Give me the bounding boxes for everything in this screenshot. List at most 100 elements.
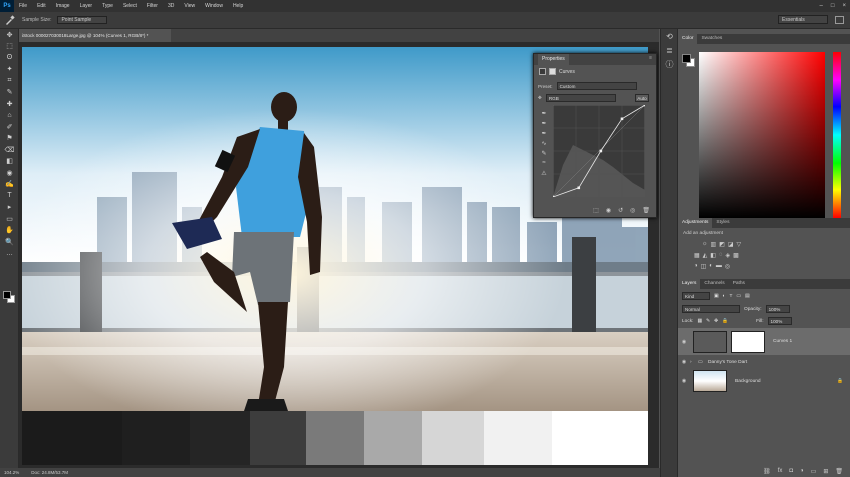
- panel-menu-icon[interactable]: ≡: [649, 55, 652, 61]
- menu-item[interactable]: Edit: [32, 0, 51, 12]
- tab-color[interactable]: Color: [678, 34, 698, 44]
- posterize-icon[interactable]: ◫: [701, 263, 707, 270]
- eyedropper-icon[interactable]: [4, 15, 16, 25]
- tool-icon[interactable]: ▭: [0, 213, 19, 225]
- tool-icon[interactable]: ✍: [0, 179, 19, 191]
- group-chevron-icon[interactable]: ›: [690, 360, 698, 365]
- menu-item[interactable]: Type: [97, 0, 118, 12]
- photo-filter-icon[interactable]: ◌: [719, 252, 723, 259]
- auto-button[interactable]: Auto: [635, 94, 649, 102]
- reset-icon[interactable]: ↺: [618, 207, 623, 214]
- filter-shape-icon[interactable]: ▭: [736, 294, 741, 299]
- new-layer-icon[interactable]: ⊞: [823, 468, 828, 475]
- layer-name[interactable]: Background: [735, 379, 761, 384]
- exposure-icon[interactable]: ◪: [728, 241, 734, 248]
- tool-icon[interactable]: …: [0, 248, 19, 260]
- curve-point[interactable]: [643, 105, 645, 107]
- fx-icon[interactable]: fx: [778, 468, 783, 474]
- smooth-icon[interactable]: ≈: [539, 160, 549, 170]
- tool-icon[interactable]: T: [0, 190, 19, 202]
- lock-move-icon[interactable]: ✥: [714, 319, 718, 324]
- toolbar-foreground-color[interactable]: [3, 291, 11, 299]
- filter-pixel-icon[interactable]: ▣: [714, 294, 719, 299]
- tool-icon[interactable]: ⌫: [0, 144, 19, 156]
- delete-layer-icon[interactable]: 🗑: [835, 468, 843, 475]
- channel-select[interactable]: RGB: [545, 94, 616, 102]
- color-lookup-icon[interactable]: ▩: [733, 252, 739, 259]
- target-adjust-icon[interactable]: ✥: [538, 95, 542, 101]
- layer-name[interactable]: Danny's Tone Dart: [708, 360, 747, 365]
- gradient-map-icon[interactable]: ▬: [716, 263, 722, 270]
- tab-paths[interactable]: Paths: [729, 279, 749, 289]
- zoom-level[interactable]: 104.2%: [4, 470, 19, 475]
- tool-icon[interactable]: ⬚: [0, 41, 19, 53]
- blend-mode-select[interactable]: Normal: [682, 305, 740, 313]
- new-group-icon[interactable]: ▭: [811, 468, 817, 475]
- tab-adjustments[interactable]: Adjustments: [678, 218, 713, 228]
- visibility-eye-icon[interactable]: ◉: [678, 359, 690, 365]
- brightness-icon[interactable]: ☼: [702, 241, 708, 248]
- channel-mixer-icon[interactable]: ◈: [726, 252, 731, 259]
- menu-item[interactable]: Filter: [142, 0, 163, 12]
- curve-point[interactable]: [620, 117, 624, 121]
- color-picker-field[interactable]: [699, 52, 825, 218]
- hue-saturation-icon[interactable]: ▦: [694, 252, 700, 259]
- tab-channels[interactable]: Channels: [700, 279, 728, 289]
- visibility-icon[interactable]: ◎: [630, 207, 635, 214]
- black-white-icon[interactable]: ◧: [710, 252, 716, 259]
- edit-points-icon[interactable]: ∿: [539, 140, 549, 150]
- mask-icon[interactable]: [549, 68, 556, 75]
- sample-size-select[interactable]: Point Sample: [57, 16, 108, 24]
- workspace-select[interactable]: Essentials: [778, 15, 828, 24]
- visibility-eye-icon[interactable]: ◉: [678, 378, 690, 384]
- tool-icon[interactable]: ▸: [0, 202, 19, 214]
- draw-pencil-icon[interactable]: ✎: [539, 150, 549, 160]
- menu-item[interactable]: File: [14, 0, 32, 12]
- minimize-button[interactable]: –: [820, 0, 823, 12]
- fill-input[interactable]: 100%: [767, 317, 792, 325]
- document-tab[interactable]: iStock 000027030018Large.jpg @ 104% (Cur…: [19, 29, 171, 42]
- add-mask-icon[interactable]: ◘: [789, 468, 793, 474]
- layer-row-background[interactable]: ◉ Background 🔒: [678, 368, 850, 394]
- tool-icon[interactable]: ⚑: [0, 133, 19, 145]
- levels-icon[interactable]: ▥: [711, 241, 717, 248]
- delete-icon[interactable]: 🗑: [642, 207, 650, 214]
- maximize-button[interactable]: □: [831, 0, 835, 12]
- tool-icon[interactable]: ✎: [0, 87, 19, 99]
- menu-item[interactable]: Select: [118, 0, 142, 12]
- threshold-icon[interactable]: ◐: [709, 263, 713, 270]
- color-balance-icon[interactable]: ◭: [703, 252, 708, 259]
- filter-smart-icon[interactable]: ▤: [745, 294, 750, 299]
- tool-icon[interactable]: ✥: [0, 29, 19, 41]
- clipping-warning-icon[interactable]: ⚠: [539, 170, 549, 180]
- tool-icon[interactable]: ✐: [0, 121, 19, 133]
- tool-icon[interactable]: ⌗: [0, 75, 19, 87]
- menu-item[interactable]: Help: [228, 0, 248, 12]
- filter-adjust-icon[interactable]: ◐: [723, 294, 726, 299]
- link-layers-icon[interactable]: ⛓: [763, 468, 771, 475]
- layer-filter-select[interactable]: Kind: [682, 292, 710, 300]
- curves-icon[interactable]: ◩: [719, 241, 725, 248]
- menu-item[interactable]: View: [179, 0, 200, 12]
- curve-point[interactable]: [577, 186, 581, 190]
- info-icon[interactable]: ⓘ: [661, 57, 678, 71]
- curve-point[interactable]: [599, 149, 603, 153]
- lock-paint-icon[interactable]: ✎: [706, 319, 710, 324]
- tool-icon[interactable]: ◉: [0, 167, 19, 179]
- history-icon[interactable]: ⟲: [661, 29, 678, 43]
- tab-styles[interactable]: Styles: [712, 218, 733, 228]
- fg-bg-colors[interactable]: [682, 54, 696, 68]
- new-adjustment-icon[interactable]: ◑: [800, 468, 804, 474]
- layer-row-curves[interactable]: ◉ Curves 1: [678, 328, 850, 355]
- mask-thumb[interactable]: [731, 330, 765, 353]
- lock-all-icon[interactable]: 🔒: [722, 319, 728, 324]
- foreground-color[interactable]: [682, 54, 691, 63]
- tool-icon[interactable]: ✦: [0, 64, 19, 76]
- tool-icon[interactable]: 🔍: [0, 236, 19, 248]
- invert-icon[interactable]: ◑: [694, 263, 698, 270]
- tool-icon[interactable]: ⌂: [0, 110, 19, 122]
- filter-type-icon[interactable]: T: [729, 294, 732, 299]
- properties-icon[interactable]: ≣: [661, 43, 678, 57]
- layer-row-group[interactable]: ◉ › ▭ Danny's Tone Dart: [678, 356, 850, 368]
- properties-tab[interactable]: Properties: [538, 54, 569, 65]
